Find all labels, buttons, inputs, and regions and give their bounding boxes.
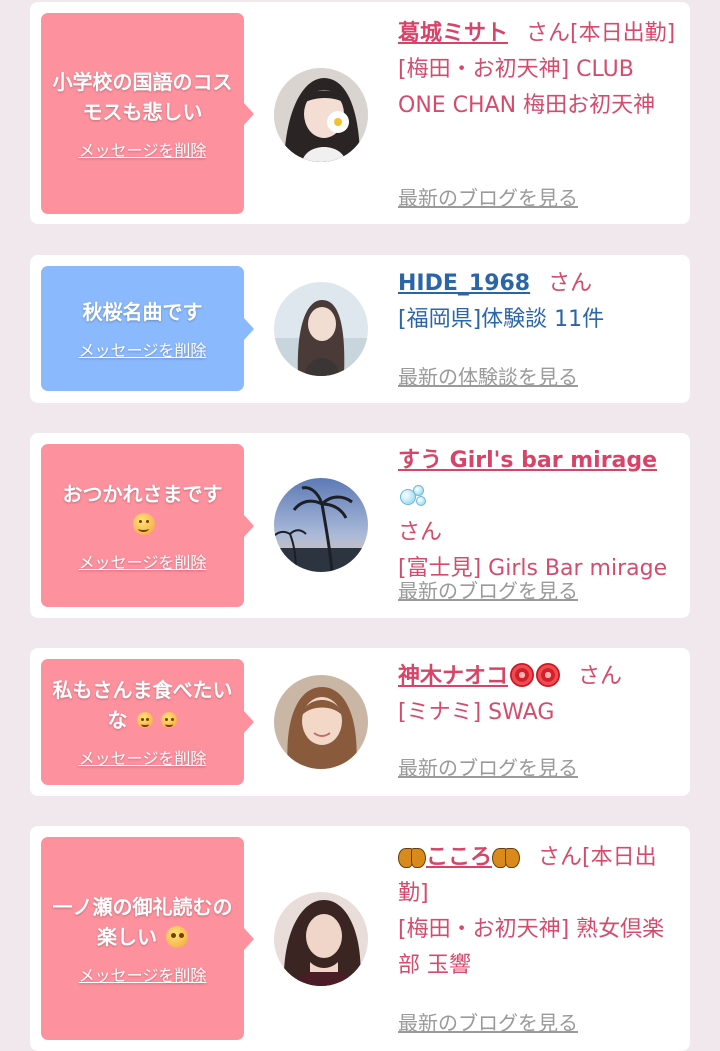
- rose-icon: [536, 663, 561, 687]
- list-item: 小学校の国語のコスモスも悲しい メッセージを削除 葛城ミサトさん[本日出勤]: [30, 2, 690, 224]
- message-bubble: 小学校の国語のコスモスも悲しい メッセージを削除: [41, 13, 254, 214]
- portrait-icon: [274, 675, 368, 769]
- honorific: さん: [538, 845, 583, 870]
- rose-icon: [510, 663, 535, 687]
- latest-post-link[interactable]: 最新のブログを見る: [398, 1007, 578, 1036]
- message-list: 小学校の国語のコスモスも悲しい メッセージを削除 葛城ミサトさん[本日出勤]: [0, 0, 720, 1051]
- profile-info: 葛城ミサト さん[本日出勤] [梅田・お初天神] CLUB ONE CHAN 梅田…: [398, 16, 678, 124]
- portrait-icon: [274, 892, 368, 986]
- butterfly-icon: [398, 846, 426, 868]
- profile-name-link[interactable]: 葛城ミサト: [398, 21, 508, 46]
- list-item: おつかれさまです メッセージを削除 すう Girl's bar mirage さ…: [30, 433, 690, 618]
- flushed-face-icon: [165, 925, 188, 948]
- honorific: さん: [578, 664, 623, 689]
- profile-name-link[interactable]: こころ: [426, 845, 492, 870]
- avatar[interactable]: [274, 282, 368, 376]
- list-item: 一ノ瀬の御礼読むの楽しい メッセージを削除 こころ さん[本日出勤] [梅田・お初…: [30, 826, 690, 1051]
- shop-text: [ミナミ] SWAG: [398, 700, 555, 725]
- honorific: さん: [526, 21, 571, 46]
- avatar[interactable]: [274, 892, 368, 986]
- message-bubble: 私もさんま食べたいな メッセージを削除: [41, 659, 254, 785]
- delete-message-link[interactable]: メッセージを削除: [79, 549, 207, 573]
- latest-post-link[interactable]: 最新のブログを見る: [398, 182, 578, 211]
- winking-face-icon: [136, 712, 153, 728]
- profile-name-link[interactable]: すう Girl's bar mirage: [398, 448, 657, 473]
- latest-post-link[interactable]: 最新のブログを見る: [398, 575, 578, 604]
- delete-message-link[interactable]: メッセージを削除: [79, 337, 207, 361]
- message-text: 小学校の国語のコスモスも悲しい: [52, 69, 233, 124]
- honorific: さん: [398, 520, 443, 545]
- message-bubble: 秋桜名曲です メッセージを削除: [41, 266, 254, 391]
- profile-info: こころ さん[本日出勤] [梅田・お初天神] 熟女倶楽部 玉響: [398, 840, 678, 984]
- delete-message-link[interactable]: メッセージを削除: [79, 962, 207, 986]
- portrait-icon: [274, 282, 368, 376]
- profile-name-link[interactable]: HIDE_1968: [398, 271, 530, 296]
- latest-post-link[interactable]: 最新の体験談を見る: [398, 361, 578, 390]
- avatar[interactable]: [274, 68, 368, 162]
- shop-text: [福岡県]体験談 11件: [398, 307, 605, 332]
- status-text: [本日出勤]: [570, 21, 676, 46]
- message-bubble: おつかれさまです メッセージを削除: [41, 444, 254, 607]
- delete-message-link[interactable]: メッセージを削除: [79, 137, 207, 161]
- profile-info: 神木ナオコ さん [ミナミ] SWAG: [398, 659, 678, 731]
- bubbles-icon: [398, 485, 426, 507]
- butterfly-icon: [492, 846, 521, 868]
- smiling-face-icon: [132, 512, 155, 535]
- portrait-with-flower-icon: [274, 68, 368, 162]
- delete-message-link[interactable]: メッセージを削除: [79, 745, 207, 769]
- profile-name-link[interactable]: 神木ナオコ: [398, 664, 508, 689]
- avatar[interactable]: [274, 675, 368, 769]
- shop-text: [梅田・お初天神] CLUB ONE CHAN 梅田お初天神: [398, 57, 656, 118]
- message-text: 秋桜名曲です: [82, 299, 203, 324]
- message-bubble: 一ノ瀬の御礼読むの楽しい メッセージを削除: [41, 837, 254, 1040]
- list-item: 秋桜名曲です メッセージを削除 HIDE_1968 さん [福岡県]体験談 11件…: [30, 255, 690, 403]
- profile-info: すう Girl's bar mirage さん [富士見] Girls Bar …: [398, 443, 678, 587]
- list-item: 私もさんま食べたいな メッセージを削除 神木ナオコ さん [ミナミ] SWAG 最…: [30, 648, 690, 796]
- avatar[interactable]: [274, 478, 368, 572]
- message-text: 一ノ瀬の御礼読むの楽しい: [52, 894, 233, 949]
- profile-info: HIDE_1968 さん [福岡県]体験談 11件: [398, 266, 678, 338]
- shop-text: [梅田・お初天神] 熟女倶楽部 玉響: [398, 917, 665, 978]
- winking-face-icon: [161, 712, 178, 728]
- palm-tree-sunset-icon: [274, 478, 368, 572]
- honorific: さん: [548, 271, 593, 296]
- latest-post-link[interactable]: 最新のブログを見る: [398, 752, 578, 781]
- message-text: おつかれさまです: [62, 481, 223, 506]
